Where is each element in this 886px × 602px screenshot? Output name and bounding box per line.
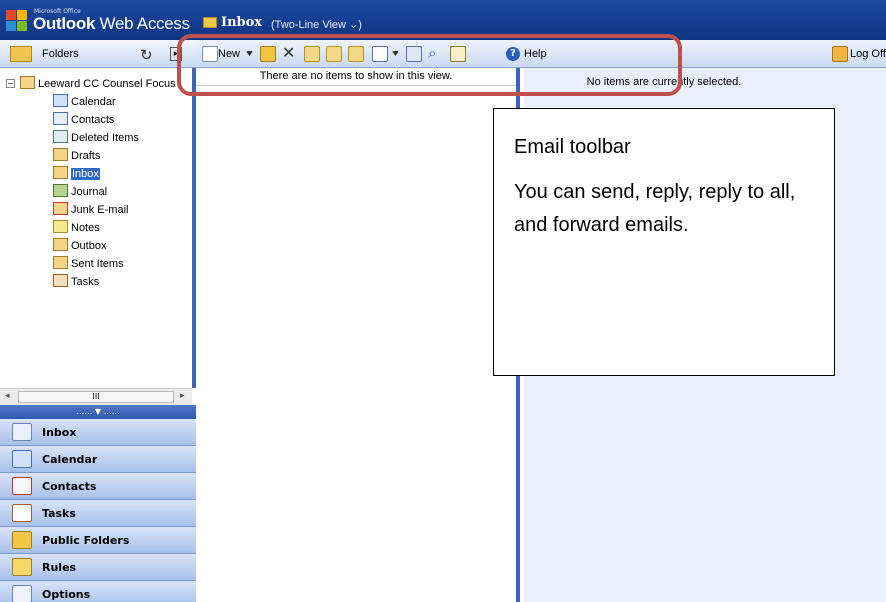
tree-item-calendar[interactable]: Calendar [53,94,116,111]
folder-tree: − Leeward CC Counsel Focus Calendar Cont… [0,68,196,388]
journal-icon [53,184,68,197]
tree-item-drafts[interactable]: Drafts [53,148,100,165]
calendar-icon [53,94,68,107]
log-off-icon[interactable] [832,46,848,62]
tasks-icon [12,504,32,522]
folders-header: Folders ↻ ▸ [0,40,196,68]
refresh-icon[interactable]: ↻ [140,46,153,64]
nav-options[interactable]: Options [0,581,196,602]
message-list[interactable]: There are no items to show in this view. [196,68,520,602]
rules-icon [12,558,32,576]
sent-items-icon [53,256,68,269]
office-logo-icon [6,10,28,32]
scroll-right-icon[interactable]: ▸ [180,391,185,401]
callout-title: Email toolbar [514,136,631,158]
tree-item-notes[interactable]: Notes [53,220,100,237]
pane-splitter[interactable]: …… ▼ …… [0,405,196,419]
nav-public-folders[interactable]: Public Folders [0,527,196,554]
calendar-icon [12,450,32,468]
tree-item-deleted-items[interactable]: Deleted Items [53,130,139,147]
callout-box: Email toolbar You can send, reply, reply… [493,108,835,376]
nav-inbox[interactable]: Inbox [0,419,196,446]
inbox-icon [53,166,68,179]
tree-item-sent-items[interactable]: Sent Items [53,256,124,273]
tree-item-contacts[interactable]: Contacts [53,112,114,129]
options-icon [12,585,32,602]
junk-icon [53,202,68,215]
mailbox-icon [20,76,35,89]
scroll-thumb[interactable]: III [18,391,174,403]
public-folders-icon [12,531,32,549]
folder-icon [203,17,217,28]
nav-tasks[interactable]: Tasks [0,500,196,527]
navigation-buttons: Inbox Calendar Contacts Tasks Public Fol… [0,419,196,602]
tasks-icon [53,274,68,287]
tree-item-inbox[interactable]: Inbox [53,166,100,183]
drafts-icon [53,148,68,161]
horizontal-scrollbar[interactable]: ◂ III ▸ [0,388,192,405]
contacts-icon [12,477,32,495]
outbox-icon [53,238,68,251]
folder-icon [10,46,32,62]
folders-label: Folders [42,48,79,60]
deleted-items-icon [53,130,68,143]
view-title: Inbox [221,15,263,30]
view-mode-dropdown[interactable]: (Two-Line View ⌄) [271,18,362,31]
nav-calendar[interactable]: Calendar [0,446,196,473]
callout-body: You can send, reply, reply to all, and f… [514,181,796,236]
log-off-button[interactable]: Log Off [850,48,886,60]
inbox-icon [12,423,32,441]
contacts-icon [53,112,68,125]
tree-item-junk-email[interactable]: Junk E-mail [53,202,128,219]
nav-contacts[interactable]: Contacts [0,473,196,500]
tree-item-tasks[interactable]: Tasks [53,274,99,291]
app-title: Outlook Web Access [33,14,190,33]
tree-item-outbox[interactable]: Outbox [53,238,106,255]
toolbar-highlight [177,34,682,96]
scroll-left-icon[interactable]: ◂ [5,391,10,401]
notes-icon [53,220,68,233]
collapse-icon[interactable]: − [6,79,15,88]
nav-rules[interactable]: Rules [0,554,196,581]
tree-item-journal[interactable]: Journal [53,184,107,201]
tree-root[interactable]: Leeward CC Counsel Focus [20,76,176,93]
